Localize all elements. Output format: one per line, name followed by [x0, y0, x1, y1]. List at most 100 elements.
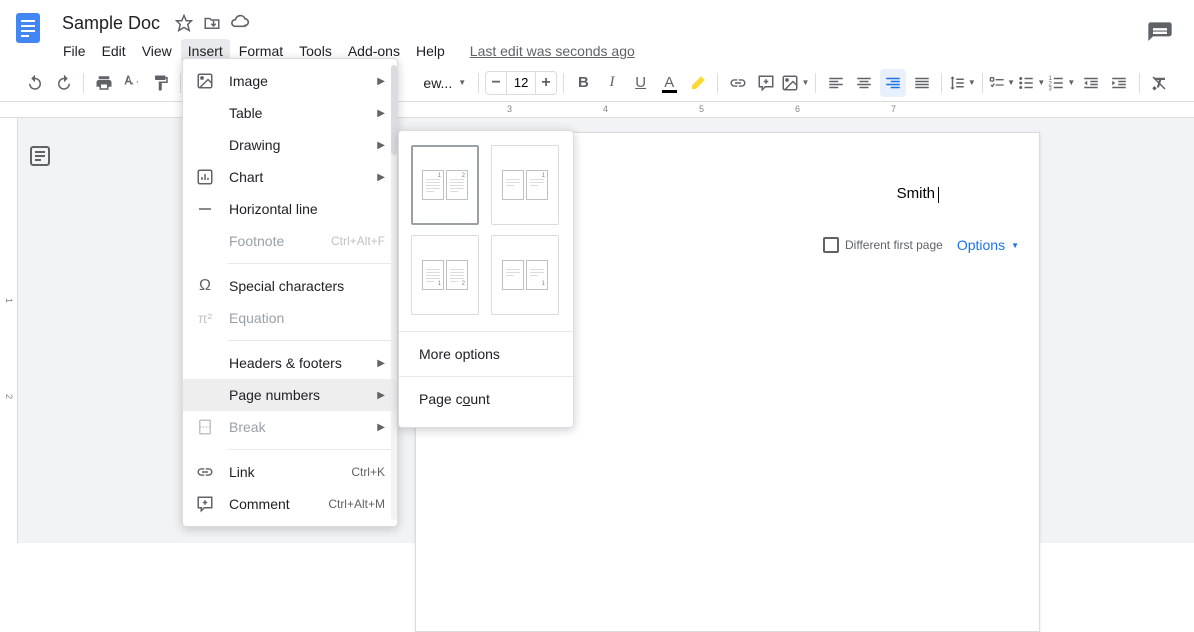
open-comments-button[interactable] [1146, 20, 1174, 48]
different-first-page-checkbox[interactable]: Different first page [823, 237, 943, 253]
insert-headers-footers-item[interactable]: Headers & footers ▶ [183, 347, 397, 379]
omega-icon: Ω [195, 276, 215, 296]
shortcut-label: Ctrl+Alt+M [328, 497, 385, 511]
text-color-button[interactable]: A [656, 69, 683, 97]
insert-image-item[interactable]: Image ▶ [183, 65, 397, 97]
shortcut-label: Ctrl+Alt+F [331, 234, 385, 248]
toolbar: ew...▼ − 12 + B I U A ▼ ▼ ▼ ▼ 123▼ [0, 64, 1194, 102]
ruler-tick: 5 [699, 104, 704, 114]
ruler-tick: 6 [795, 104, 800, 114]
insert-link-button[interactable] [724, 69, 751, 97]
drawing-icon [195, 135, 215, 155]
insert-drawing-item[interactable]: Drawing ▶ [183, 129, 397, 161]
submenu-arrow-icon: ▶ [377, 358, 385, 369]
insert-page-numbers-item[interactable]: Page numbers ▶ [183, 379, 397, 411]
align-left-button[interactable] [822, 69, 849, 97]
insert-page-count[interactable]: Page count [399, 381, 573, 417]
break-icon [195, 417, 215, 437]
page-number-header-skip-first[interactable]: 1 [491, 145, 559, 225]
insert-special-chars-item[interactable]: Ω Special characters [183, 270, 397, 302]
chart-icon [195, 167, 215, 187]
insert-break-item: Break ▶ [183, 411, 397, 443]
horizontal-line-icon [195, 199, 215, 219]
menu-help[interactable]: Help [409, 39, 452, 63]
ruler-tick: 4 [603, 104, 608, 114]
submenu-arrow-icon: ▶ [377, 390, 385, 401]
ruler-tick: 1 [4, 298, 14, 303]
clear-formatting-button[interactable] [1145, 69, 1172, 97]
align-justify-button[interactable] [908, 69, 935, 97]
last-edit-link[interactable]: Last edit was seconds ago [470, 43, 635, 59]
decrease-indent-button[interactable] [1077, 69, 1104, 97]
menu-edit[interactable]: Edit [95, 39, 133, 63]
equation-icon: π² [195, 308, 215, 328]
align-center-button[interactable] [851, 69, 878, 97]
paint-format-button[interactable] [148, 69, 175, 97]
ruler-tick: 7 [891, 104, 896, 114]
menu-file[interactable]: File [56, 39, 93, 63]
svg-text:3: 3 [1049, 86, 1053, 92]
insert-comment-button[interactable] [753, 69, 780, 97]
ruler-tick: 3 [507, 104, 512, 114]
page-number-header-all[interactable]: 1 2 [411, 145, 479, 225]
underline-button[interactable]: U [627, 69, 654, 97]
insert-link-item[interactable]: Link Ctrl+K [183, 456, 397, 488]
move-icon[interactable] [202, 13, 222, 33]
text-cursor [938, 187, 939, 203]
font-size-control: − 12 + [485, 71, 557, 95]
footnote-icon [195, 231, 215, 251]
font-select[interactable]: ew...▼ [417, 75, 472, 91]
submenu-arrow-icon: ▶ [377, 140, 385, 151]
bulleted-list-button[interactable]: ▼ [1017, 69, 1045, 97]
submenu-arrow-icon: ▶ [377, 76, 385, 87]
checkbox-label: Different first page [845, 238, 943, 252]
align-right-button[interactable] [880, 69, 907, 97]
submenu-arrow-icon: ▶ [377, 422, 385, 433]
page-numbers-submenu: 1 2 1 1 2 1 More options Page count [398, 130, 574, 428]
insert-menu-dropdown: Image ▶ Table ▶ Drawing ▶ Chart ▶ Horizo… [182, 58, 398, 527]
horizontal-ruler[interactable]: 3 4 5 6 7 [0, 102, 1194, 118]
numbered-list-button[interactable]: 123▼ [1047, 69, 1075, 97]
link-icon [195, 462, 215, 482]
page-numbers-more-options[interactable]: More options [399, 336, 573, 372]
shortcut-label: Ctrl+K [351, 465, 385, 479]
line-spacing-button[interactable]: ▼ [948, 69, 976, 97]
header-text[interactable]: Smith [897, 185, 939, 203]
font-size-value[interactable]: 12 [506, 72, 536, 94]
submenu-arrow-icon: ▶ [377, 108, 385, 119]
insert-comment-item[interactable]: Comment Ctrl+Alt+M [183, 488, 397, 520]
highlight-button[interactable] [685, 69, 712, 97]
bold-button[interactable]: B [570, 69, 597, 97]
insert-chart-item[interactable]: Chart ▶ [183, 161, 397, 193]
spellcheck-button[interactable] [119, 69, 146, 97]
insert-equation-item: π² Equation [183, 302, 397, 334]
page-number-footer-skip-first[interactable]: 1 [491, 235, 559, 315]
page-numbers-icon [195, 385, 215, 405]
undo-button[interactable] [22, 69, 49, 97]
checklist-button[interactable]: ▼ [989, 69, 1016, 97]
font-size-increase[interactable]: + [536, 72, 556, 94]
docs-logo[interactable] [8, 8, 48, 48]
vertical-ruler[interactable]: 1 2 [0, 118, 18, 543]
checkbox-icon [823, 237, 839, 253]
ruler-tick: 2 [4, 394, 14, 399]
star-icon[interactable] [174, 13, 194, 33]
font-size-decrease[interactable]: − [486, 72, 506, 94]
menu-view[interactable]: View [135, 39, 179, 63]
document-title[interactable]: Sample Doc [56, 11, 166, 36]
submenu-arrow-icon: ▶ [377, 172, 385, 183]
increase-indent-button[interactable] [1106, 69, 1133, 97]
insert-image-button[interactable]: ▼ [781, 69, 809, 97]
insert-table-item[interactable]: Table ▶ [183, 97, 397, 129]
italic-button[interactable]: I [599, 69, 626, 97]
insert-horizontal-line-item[interactable]: Horizontal line [183, 193, 397, 225]
print-button[interactable] [90, 69, 117, 97]
comment-icon [195, 494, 215, 514]
header-options-dropdown[interactable]: Options▼ [957, 237, 1019, 253]
canvas: 3 4 5 6 7 1 2 Smith Different first page… [0, 102, 1194, 543]
redo-button[interactable] [51, 69, 78, 97]
cloud-status-icon[interactable] [230, 13, 250, 33]
page-number-footer-all[interactable]: 1 2 [411, 235, 479, 315]
show-outline-button[interactable] [28, 144, 52, 168]
image-icon [195, 71, 215, 91]
